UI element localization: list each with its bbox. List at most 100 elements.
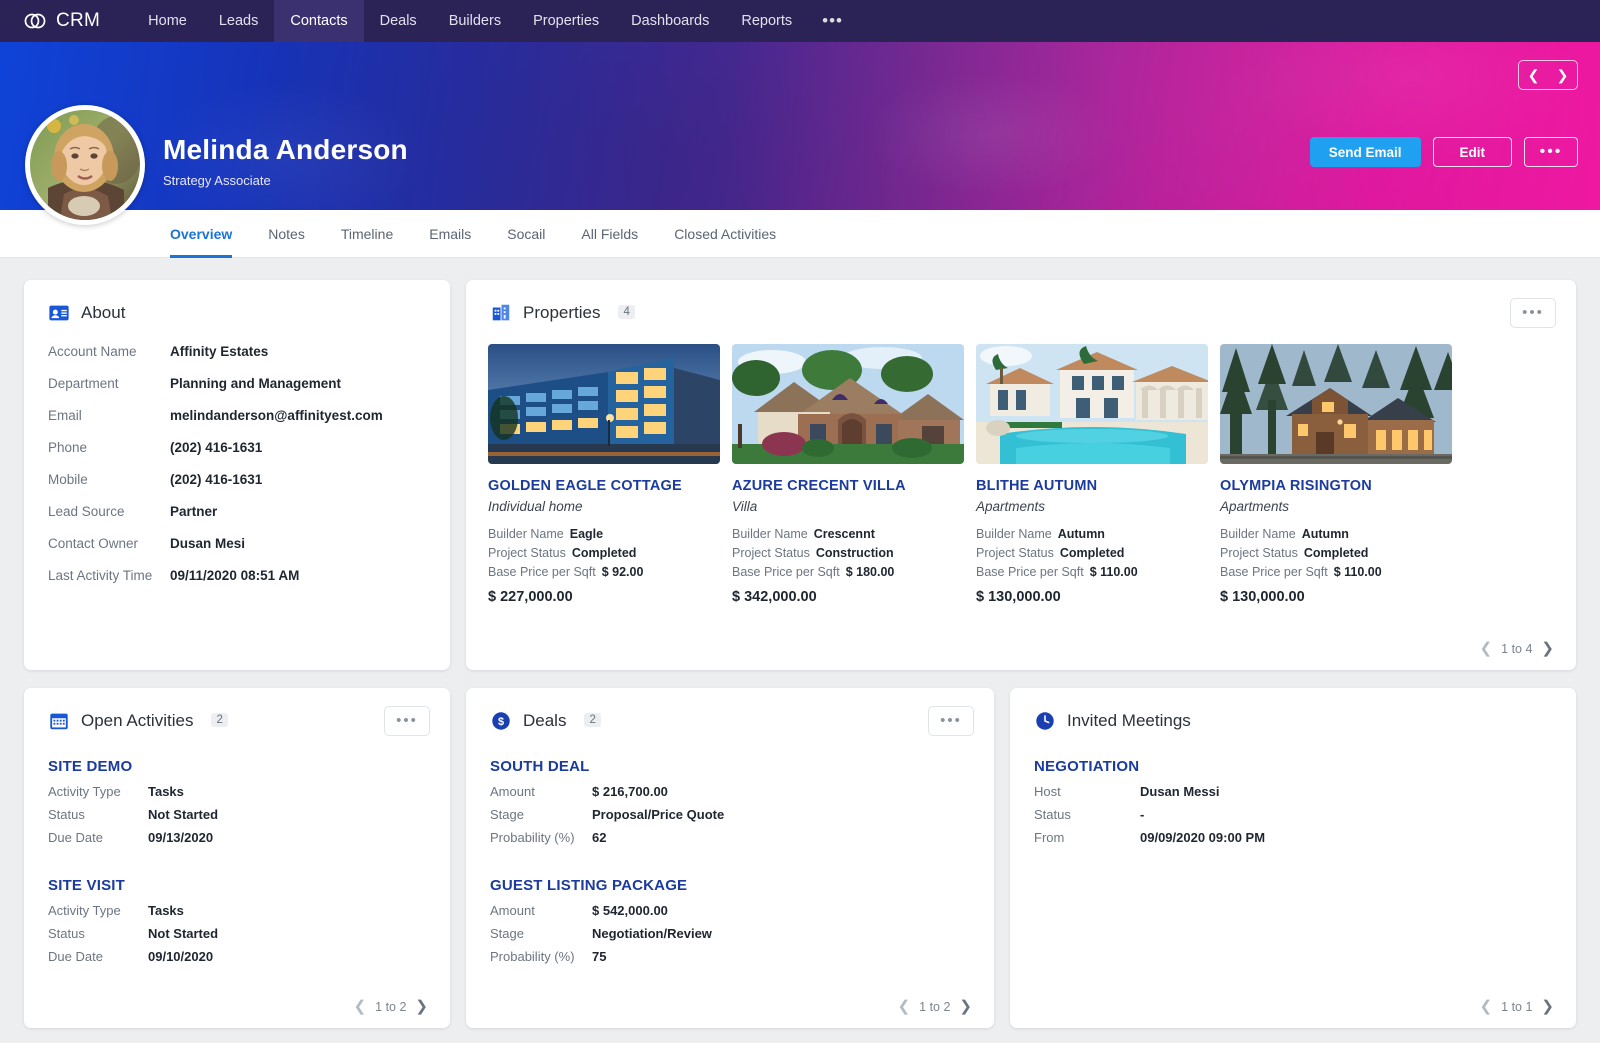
about-fields: Account Name Affinity Estates Department… [24, 324, 450, 583]
nav-item-builders[interactable]: Builders [433, 0, 517, 42]
pager-next-icon[interactable]: ❯ [959, 999, 972, 1014]
field-value: - [1140, 807, 1144, 822]
pager-previous-icon[interactable]: ❮ [898, 999, 911, 1014]
field-label: Project Status [488, 546, 566, 560]
pager-next-icon[interactable]: ❯ [415, 999, 428, 1014]
field-label: Activity Type [48, 784, 148, 799]
property-name[interactable]: OLYMPIA RISINGTON [1220, 478, 1452, 494]
meeting-name[interactable]: NEGOTIATION [1034, 758, 1552, 775]
properties-pager: ❮ 1 to 4 ❯ [1480, 641, 1554, 656]
tab-notes[interactable]: Notes [268, 210, 305, 258]
property-name[interactable]: BLITHE AUTUMN [976, 478, 1208, 494]
pager-next-icon[interactable]: ❯ [1541, 641, 1554, 656]
deal-entry: GUEST LISTING PACKAGE Amount $ 542,000.0… [466, 877, 994, 964]
property-image [1220, 344, 1452, 464]
field-label: Base Price per Sqft [976, 565, 1084, 579]
activity-due-row: Due Date 09/10/2020 [48, 949, 426, 964]
field-label: Status [1034, 807, 1140, 822]
about-field-last-activity-time: Last Activity Time 09/11/2020 08:51 AM [48, 568, 426, 583]
field-label: Contact Owner [48, 536, 170, 551]
brand-logo[interactable]: CRM [22, 0, 132, 42]
top-panel-row: About Account Name Affinity Estates Depa… [24, 280, 1576, 670]
deals-panel: $ Deals 2 ••• SOUTH DEAL Amount $ 216,70… [466, 688, 994, 1028]
contact-photo-illustration [30, 110, 140, 220]
tab-closed-activities[interactable]: Closed Activities [674, 210, 776, 258]
brand-text: CRM [56, 10, 100, 32]
property-status-row: Project StatusCompleted [1220, 546, 1452, 560]
field-value[interactable]: (202) 416-1631 [170, 440, 262, 455]
property-fields: Builder NameCrescennt Project StatusCons… [732, 527, 964, 579]
edit-button[interactable]: Edit [1433, 137, 1513, 167]
pager-previous-icon[interactable]: ❮ [1480, 999, 1493, 1014]
nav-item-dashboards[interactable]: Dashboards [615, 0, 725, 42]
pager-next-icon[interactable]: ❯ [1541, 999, 1554, 1014]
property-card[interactable]: OLYMPIA RISINGTON Apartments Builder Nam… [1220, 344, 1452, 605]
deals-more-button[interactable]: ••• [928, 706, 974, 736]
property-price-sqft-row: Base Price per Sqft$ 110.00 [976, 565, 1208, 579]
avatar[interactable] [25, 105, 145, 225]
about-field-email: Email melindanderson@affinityest.com [48, 408, 426, 423]
field-value: Crescennt [814, 527, 875, 541]
property-status-row: Project StatusConstruction [732, 546, 964, 560]
tab-overview[interactable]: Overview [170, 210, 232, 258]
property-card[interactable]: AZURE CRECENT VILLA Villa Builder NameCr… [732, 344, 964, 605]
tab-all-fields[interactable]: All Fields [581, 210, 638, 258]
field-value[interactable]: melindanderson@affinityest.com [170, 408, 383, 423]
pager-previous-icon[interactable]: ❮ [1480, 641, 1493, 656]
about-field-lead-source: Lead Source Partner [48, 504, 426, 519]
field-value: Dusan Messi [1140, 784, 1219, 799]
field-value: Partner [170, 504, 217, 519]
field-label: Builder Name [488, 527, 564, 541]
brick-suburban-house-image [732, 344, 964, 464]
mediterranean-villa-with-pool-image [976, 344, 1208, 464]
property-card[interactable]: BLITHE AUTUMN Apartments Builder NameAut… [976, 344, 1208, 605]
field-value: Not Started [148, 926, 218, 941]
nav-item-contacts[interactable]: Contacts [274, 0, 363, 42]
deal-name[interactable]: GUEST LISTING PACKAGE [490, 877, 970, 894]
field-value: 62 [592, 830, 606, 845]
field-label: From [1034, 830, 1140, 845]
nav-item-home[interactable]: Home [132, 0, 203, 42]
activity-fields: Activity Type Tasks Status Not Started D… [48, 784, 426, 845]
field-value: $ 92.00 [602, 565, 644, 579]
nav-item-properties[interactable]: Properties [517, 0, 615, 42]
activity-entry: SITE VISIT Activity Type Tasks Status No… [24, 877, 450, 964]
field-value: 09/09/2020 09:00 PM [1140, 830, 1265, 845]
activity-name[interactable]: SITE VISIT [48, 877, 426, 894]
send-email-button[interactable]: Send Email [1310, 137, 1421, 167]
property-type: Apartments [1220, 499, 1452, 514]
building-icon [490, 302, 512, 324]
property-name[interactable]: GOLDEN EAGLE COTTAGE [488, 478, 720, 494]
field-label: Status [48, 926, 148, 941]
field-label: Email [48, 408, 170, 423]
field-label: Stage [490, 926, 592, 941]
next-record-icon[interactable]: ❯ [1548, 68, 1577, 82]
property-card[interactable]: GOLDEN EAGLE COTTAGE Individual home Bui… [488, 344, 720, 605]
field-value[interactable]: (202) 416-1631 [170, 472, 262, 487]
property-price: $ 130,000.00 [1220, 589, 1452, 605]
tab-social[interactable]: Socail [507, 210, 545, 258]
nav-item-leads[interactable]: Leads [203, 0, 275, 42]
tab-emails[interactable]: Emails [429, 210, 471, 258]
property-builder-row: Builder NameAutumn [1220, 527, 1452, 541]
open-activities-more-button[interactable]: ••• [384, 706, 430, 736]
nav-item-deals[interactable]: Deals [364, 0, 433, 42]
more-actions-button[interactable]: ••• [1524, 137, 1578, 167]
property-name[interactable]: AZURE CRECENT VILLA [732, 478, 964, 494]
field-value: Tasks [148, 903, 184, 918]
activity-name[interactable]: SITE DEMO [48, 758, 426, 775]
previous-record-icon[interactable]: ❮ [1519, 68, 1548, 82]
nav-more-icon[interactable]: ••• [808, 0, 857, 42]
properties-more-button[interactable]: ••• [1510, 298, 1556, 328]
nav-item-reports[interactable]: Reports [725, 0, 808, 42]
deals-title: Deals [523, 711, 566, 731]
property-image [732, 344, 964, 464]
field-value: 09/13/2020 [148, 830, 213, 845]
pager-previous-icon[interactable]: ❮ [354, 999, 367, 1014]
about-field-mobile: Mobile (202) 416-1631 [48, 472, 426, 487]
property-status-row: Project StatusCompleted [488, 546, 720, 560]
pager-range: 1 to 2 [375, 1000, 406, 1014]
field-value: Tasks [148, 784, 184, 799]
tab-timeline[interactable]: Timeline [341, 210, 393, 258]
deal-name[interactable]: SOUTH DEAL [490, 758, 970, 775]
